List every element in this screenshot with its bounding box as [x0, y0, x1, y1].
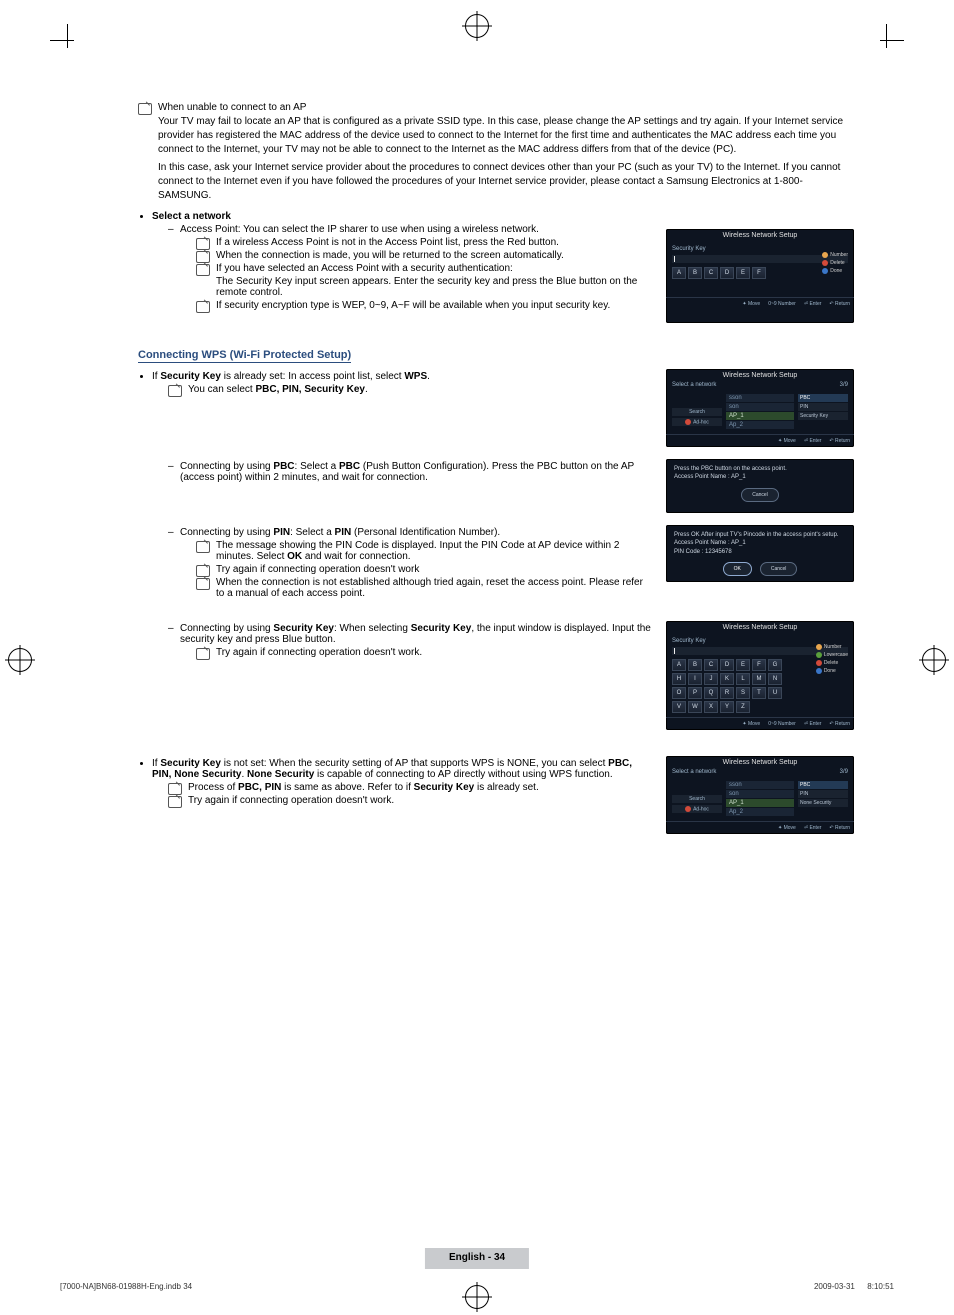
- note-icon: [196, 541, 210, 553]
- note-icon: [196, 251, 210, 263]
- screenshot-netlist-seckey: Wireless Network Setup Select a network3…: [666, 369, 854, 447]
- intro-heading: When unable to connect to an AP: [158, 102, 306, 113]
- imprint-left: [7000-NA]BN68-01988H-Eng.indb 34: [60, 1282, 192, 1291]
- note-icon: [196, 264, 210, 276]
- screenshot-pbc: Press the PBC button on the access point…: [666, 459, 854, 513]
- wps-heading: Connecting WPS (Wi-Fi Protected Setup): [138, 349, 351, 363]
- select-heading: Select a network: [152, 211, 231, 222]
- screenshot-seckey-full: Wireless Network Setup Security Key ABCD…: [666, 621, 854, 730]
- screenshot-netlist-nonesec: Wireless Network Setup Select a network3…: [666, 756, 854, 834]
- intro-p1: Your TV may fail to locate an AP that is…: [158, 116, 843, 155]
- note-icon: [196, 301, 210, 313]
- note-icon: [168, 783, 182, 795]
- screenshot-seckey-hex: Wireless Network Setup Security Key A B …: [666, 229, 854, 323]
- imprint-right: 2009-03-31 8:10:51: [814, 1282, 894, 1291]
- note-icon: [196, 565, 210, 577]
- note-icon: [196, 238, 210, 250]
- screenshot-pin: Press OK After input TV's Pincode in the…: [666, 525, 854, 582]
- ap-line: Access Point: You can select the IP shar…: [180, 224, 539, 235]
- note-icon: [196, 578, 210, 590]
- intro-p2: In this case, ask your Internet service …: [158, 162, 840, 201]
- page-number: English - 34: [449, 1252, 505, 1263]
- note-icon: [196, 648, 210, 660]
- note-icon: [168, 385, 182, 397]
- note-icon: [168, 796, 182, 808]
- note-icon: [138, 103, 152, 115]
